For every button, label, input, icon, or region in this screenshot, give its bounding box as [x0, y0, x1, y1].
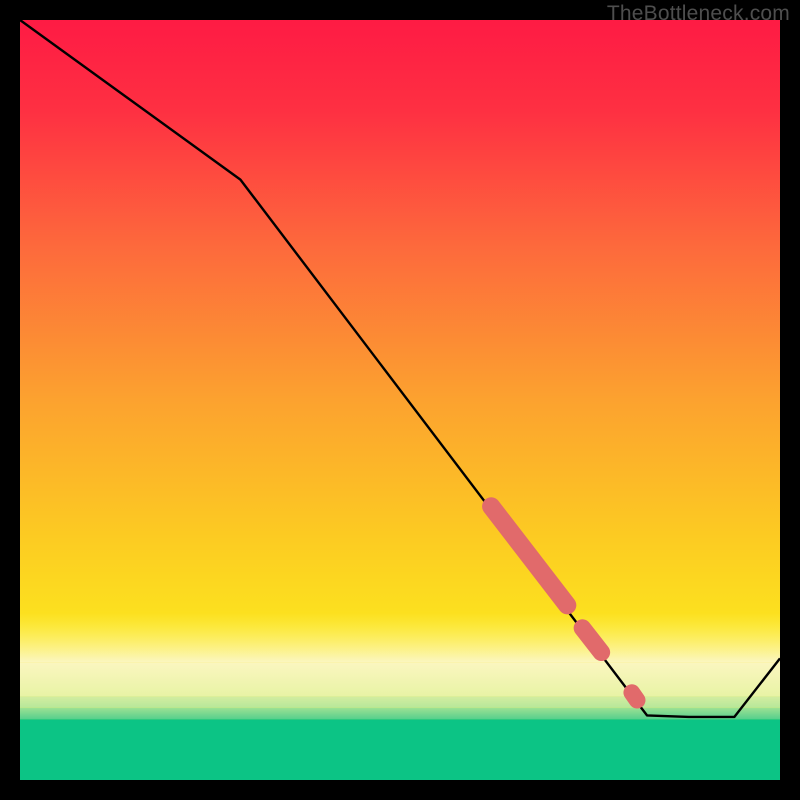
- color-band: [20, 696, 780, 707]
- color-band: [20, 613, 780, 662]
- color-band: [20, 662, 780, 696]
- chart-container: TheBottleneck.com: [0, 0, 800, 800]
- plot-area: [20, 20, 780, 780]
- chart-svg: [20, 20, 780, 780]
- color-band: [20, 708, 780, 719]
- highlight-segment: [632, 693, 637, 701]
- color-band: [20, 719, 780, 780]
